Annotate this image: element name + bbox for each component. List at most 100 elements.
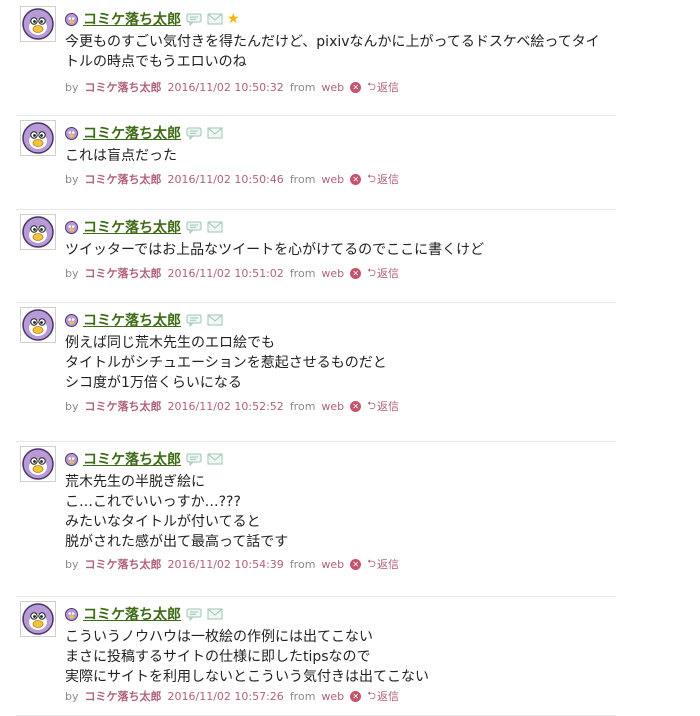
envelope-icon[interactable] (207, 127, 223, 139)
post-body: ツイッターではお上品なツイートを心がけてるのでここに書くけど (65, 240, 616, 260)
reply-button[interactable]: ⮌ 返信 (367, 397, 399, 416)
reply-arrow-icon: ⮌ (367, 171, 376, 185)
reply-arrow-icon: ⮌ (367, 398, 376, 412)
comment-bubble-icon[interactable] (186, 221, 202, 234)
comment-bubble-icon[interactable] (186, 13, 202, 26)
user-badge-icon (65, 220, 78, 234)
reply-label: 返信 (376, 267, 399, 280)
meta-username-link[interactable]: コミケ落ち太郎 (85, 398, 162, 414)
by-label: by (65, 266, 79, 280)
post-item: コミケ落ち太郎 ★ 今更ものすごい気付きを得たんだけど、pixivなんかに上がっ… (16, 2, 616, 116)
envelope-icon[interactable] (207, 314, 223, 326)
by-label: by (65, 399, 79, 413)
reply-arrow-icon: ⮌ (367, 265, 376, 279)
username-link[interactable]: コミケ落ち太郎 (83, 9, 181, 29)
source-link[interactable]: web (321, 267, 344, 280)
user-badge-icon (65, 12, 78, 26)
post-meta: by コミケ落ち太郎 2016/11/02 10:54:39 from web … (65, 555, 399, 574)
post-header: コミケ落ち太郎 ★ (65, 10, 240, 28)
reply-button[interactable]: ⮌ 返信 (367, 264, 399, 283)
from-label: from (289, 557, 316, 571)
username-link[interactable]: コミケ落ち太郎 (83, 449, 181, 469)
post-text-line: 今更ものすごい気付きを得たんだけど、pixivなんかに上がってるドスケベ絵ってタ… (65, 34, 600, 50)
post-datetime-link[interactable]: 2016/11/02 10:50:46 (168, 173, 284, 186)
source-link[interactable]: web (321, 81, 344, 94)
post-datetime-link[interactable]: 2016/11/02 10:54:39 (168, 558, 284, 571)
post-datetime-link[interactable]: 2016/11/02 10:51:02 (168, 267, 284, 280)
from-label: from (289, 266, 316, 280)
meta-username-link[interactable]: コミケ落ち太郎 (85, 79, 162, 95)
by-label: by (65, 80, 79, 94)
penguin-avatar-icon[interactable] (20, 6, 56, 42)
post-meta: by コミケ落ち太郎 2016/11/02 10:51:02 from web … (65, 264, 399, 283)
source-link[interactable]: web (321, 400, 344, 413)
envelope-icon[interactable] (207, 13, 223, 25)
penguin-avatar-icon[interactable] (20, 601, 56, 637)
reply-arrow-icon: ⮌ (367, 79, 376, 93)
meta-username-link[interactable]: コミケ落ち太郎 (85, 265, 162, 281)
meta-username-link[interactable]: コミケ落ち太郎 (85, 688, 162, 704)
post-header: コミケ落ち太郎 (65, 124, 223, 142)
meta-username-link[interactable]: コミケ落ち太郎 (85, 171, 162, 187)
envelope-icon[interactable] (207, 608, 223, 620)
reply-arrow-icon: ⮌ (367, 688, 376, 702)
post-datetime-link[interactable]: 2016/11/02 10:52:52 (168, 400, 284, 413)
penguin-avatar-icon[interactable] (20, 120, 56, 156)
reply-label: 返信 (376, 558, 399, 571)
post-body: 例えば同じ荒木先生のエロ絵でも タイトルがシチュエーションを惹起させるものだと シコ… (65, 333, 616, 393)
comment-bubble-icon[interactable] (186, 453, 202, 466)
from-label: from (289, 689, 316, 703)
post-text-line: これは盲点だった (65, 148, 177, 164)
post-text-line: みたいなタイトルが付いてると (65, 514, 261, 530)
reply-button[interactable]: ⮌ 返信 (367, 78, 399, 97)
post-header: コミケ落ち太郎 (65, 311, 223, 329)
envelope-icon[interactable] (207, 453, 223, 465)
comment-bubble-icon[interactable] (186, 314, 202, 327)
delete-x-icon[interactable]: ✕ (350, 400, 362, 412)
delete-x-icon[interactable]: ✕ (350, 173, 362, 185)
by-label: by (65, 172, 79, 186)
penguin-avatar-icon[interactable] (20, 214, 56, 250)
username-link[interactable]: コミケ落ち太郎 (83, 310, 181, 330)
penguin-avatar-icon[interactable] (20, 446, 56, 482)
post-text-line: こういうノウハウは一枚絵の作例には出てこない (65, 629, 373, 645)
post-text-line: 脱がされた感が出て最高って話です (65, 534, 289, 550)
username-link[interactable]: コミケ落ち太郎 (83, 217, 181, 237)
penguin-avatar-icon[interactable] (20, 307, 56, 343)
reply-button[interactable]: ⮌ 返信 (367, 170, 399, 189)
delete-x-icon[interactable]: ✕ (350, 81, 362, 93)
source-link[interactable]: web (321, 690, 344, 703)
post-body: こういうノウハウは一枚絵の作例には出てこない まさに投稿するサイトの仕様に即したt… (65, 627, 616, 687)
post-text-line: こ…これでいいっすか…??? (65, 494, 241, 510)
reply-button[interactable]: ⮌ 返信 (367, 687, 399, 706)
envelope-icon[interactable] (207, 221, 223, 233)
username-link[interactable]: コミケ落ち太郎 (83, 604, 181, 624)
post-text-line: 例えば同じ荒木先生のエロ絵でも (65, 335, 275, 351)
star-icon[interactable]: ★ (227, 12, 240, 26)
post-text-line: ツイッターではお上品なツイートを心がけてるのでここに書くけど (65, 242, 485, 258)
post-item: コミケ落ち太郎 荒木先生の半脱ぎ絵にこ…これでいいっすか…??? みたいなタイトル… (16, 442, 616, 597)
user-badge-icon (65, 126, 78, 140)
username-link[interactable]: コミケ落ち太郎 (83, 123, 181, 143)
post-meta: by コミケ落ち太郎 2016/11/02 10:50:32 from web … (65, 78, 399, 97)
comment-bubble-icon[interactable] (186, 608, 202, 621)
post-meta: by コミケ落ち太郎 2016/11/02 10:52:52 from web … (65, 397, 399, 416)
post-item: コミケ落ち太郎 例えば同じ荒木先生のエロ絵でも タイトルがシチュエーションを惹起さ… (16, 303, 616, 442)
meta-username-link[interactable]: コミケ落ち太郎 (85, 556, 162, 572)
comment-bubble-icon[interactable] (186, 127, 202, 140)
post-meta: by コミケ落ち太郎 2016/11/02 10:50:46 from web … (65, 170, 399, 189)
post-text-line: まさに投稿するサイトの仕様に即したtipsなので (65, 649, 371, 665)
reply-label: 返信 (376, 400, 399, 413)
post-text-line: 荒木先生の半脱ぎ絵に (65, 474, 205, 490)
from-label: from (289, 399, 316, 413)
post-datetime-link[interactable]: 2016/11/02 10:57:26 (168, 690, 284, 703)
delete-x-icon[interactable]: ✕ (350, 690, 362, 702)
delete-x-icon[interactable]: ✕ (350, 558, 362, 570)
post-body: 今更ものすごい気付きを得たんだけど、pixivなんかに上がってるドスケベ絵ってタ… (65, 32, 616, 72)
post-datetime-link[interactable]: 2016/11/02 10:50:32 (168, 81, 284, 94)
post-item: コミケ落ち太郎 これは盲点だった by コミケ落ち太郎 2016/11/02 1… (16, 116, 616, 210)
delete-x-icon[interactable]: ✕ (350, 267, 362, 279)
source-link[interactable]: web (321, 558, 344, 571)
reply-button[interactable]: ⮌ 返信 (367, 555, 399, 574)
source-link[interactable]: web (321, 173, 344, 186)
